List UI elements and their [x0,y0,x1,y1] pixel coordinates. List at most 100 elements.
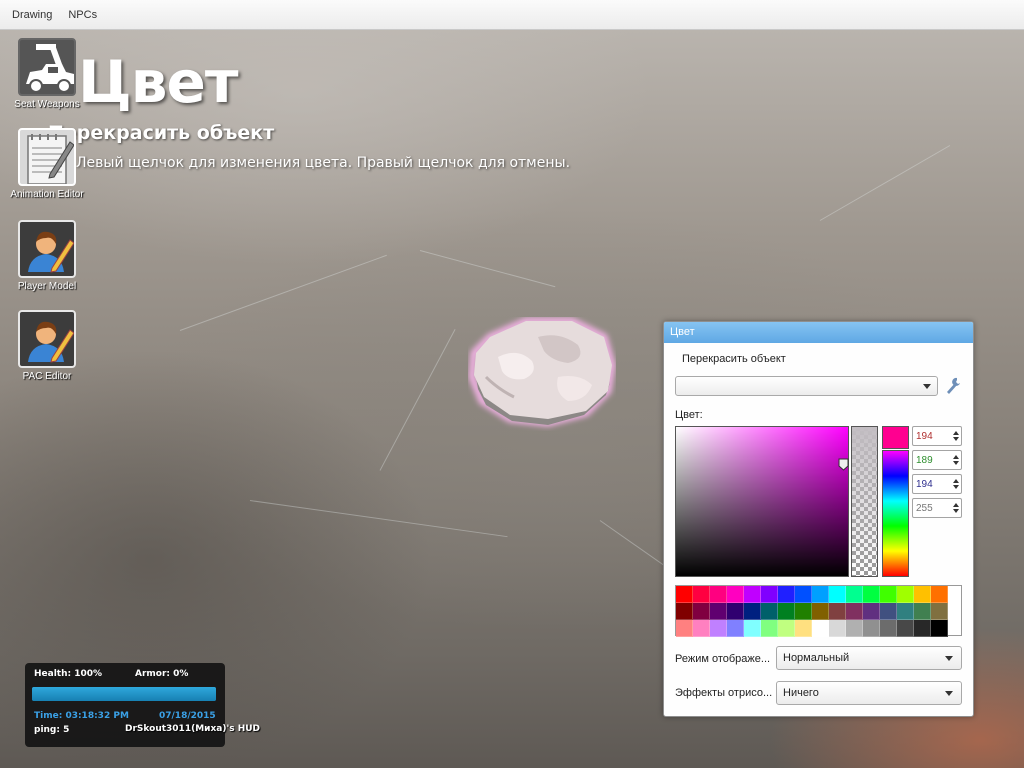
menu-npcs[interactable]: NPCs [60,9,105,21]
desktop-icon-animation-editor[interactable]: Animation Editor [0,128,94,200]
wrench-icon[interactable] [944,376,962,396]
desktop-icon-label: Seat Weapons [14,99,80,110]
palette-swatch[interactable] [897,603,914,620]
tool-hint: Левый щелчок для изменения цвета. Правый… [76,155,571,171]
palette-swatch[interactable] [795,586,812,603]
palette-swatch[interactable] [812,603,829,620]
palette-swatch[interactable] [795,603,812,620]
palette-swatch[interactable] [727,620,744,637]
palette-swatch[interactable] [778,586,795,603]
palette-swatch[interactable] [846,603,863,620]
spin-up-icon[interactable] [953,503,959,507]
palette-swatch[interactable] [914,586,931,603]
palette-swatch[interactable] [880,620,897,637]
window-title[interactable]: Цвет [664,322,973,343]
floor-scratch [419,250,556,288]
palette-swatch[interactable] [795,620,812,637]
palette-swatch[interactable] [693,586,710,603]
player-edit-icon [18,310,76,368]
selected-world-object[interactable] [468,317,616,431]
palette-swatch[interactable] [880,603,897,620]
palette-swatch[interactable] [812,586,829,603]
desktop-icon-label: Player Model [17,281,77,292]
floor-scratch [379,328,456,471]
green-field[interactable]: 189 [912,450,962,470]
blue-field[interactable]: 194 [912,474,962,494]
palette-swatch[interactable] [914,620,931,637]
desktop-icon-label: PAC Editor [22,371,72,382]
palette-swatch[interactable] [744,586,761,603]
jeep-gun-icon [18,38,76,96]
player-edit-icon [18,220,76,278]
palette-swatch[interactable] [863,586,880,603]
hud-owner-name: DrSkout3011(Миха)'s HUD [125,724,260,734]
palette-swatch[interactable] [727,603,744,620]
spin-up-icon[interactable] [953,455,959,459]
palette-swatch[interactable] [676,603,693,620]
palette-swatch[interactable] [812,620,829,637]
render-mode-label: Режим отображе... [675,653,771,665]
alpha-slider[interactable] [851,426,878,577]
green-value: 189 [916,455,933,466]
spin-up-icon[interactable] [953,479,959,483]
palette-swatch[interactable] [744,620,761,637]
palette-swatch[interactable] [710,586,727,603]
palette-swatch[interactable] [829,603,846,620]
palette-swatch[interactable] [863,620,880,637]
hud-ping: ping: 5 [34,725,70,735]
palette-swatch[interactable] [931,620,948,637]
desktop-icon-pac-editor[interactable]: PAC Editor [0,310,94,382]
spin-down-icon[interactable] [953,461,959,465]
blue-value: 194 [916,479,933,490]
palette-swatch[interactable] [897,620,914,637]
health-bar-fill [32,687,216,701]
spin-up-icon[interactable] [953,431,959,435]
desktop-icon-player-model[interactable]: Player Model [0,220,94,292]
palette-swatch[interactable] [931,586,948,603]
notepad-icon [18,128,76,186]
palette-swatch[interactable] [693,603,710,620]
tool-title: Цвет [78,48,238,116]
palette-swatch[interactable] [710,603,727,620]
palette-swatch[interactable] [778,603,795,620]
spin-down-icon[interactable] [953,437,959,441]
saturation-value-picker[interactable] [675,426,849,577]
palette-swatch[interactable] [710,620,727,637]
menu-drawing[interactable]: Drawing [4,9,60,21]
window-subtitle: Перекрасить объект [682,353,786,365]
palette-swatch[interactable] [897,586,914,603]
floor-scratch [819,145,951,221]
desktop-icon-seat-weapons[interactable]: Seat Weapons [0,38,94,110]
palette-swatch[interactable] [693,620,710,637]
palette-swatch[interactable] [761,586,778,603]
palette-swatch[interactable] [761,603,778,620]
palette-swatch[interactable] [761,620,778,637]
palette-swatch[interactable] [931,603,948,620]
alpha-field[interactable]: 255 [912,498,962,518]
palette-swatch[interactable] [846,620,863,637]
palette-swatch[interactable] [727,586,744,603]
palette-swatch[interactable] [778,620,795,637]
spin-down-icon[interactable] [953,509,959,513]
preset-value [676,377,937,383]
palette-swatch[interactable] [829,620,846,637]
render-fx-value: Ничего [783,687,819,699]
render-mode-select[interactable]: Нормальный [776,646,962,670]
picker-marker-icon[interactable] [838,456,849,471]
palette-swatch[interactable] [676,620,693,637]
palette-swatch[interactable] [676,586,693,603]
palette-swatch[interactable] [846,586,863,603]
hud-time: Time: 03:18:32 PM [34,711,129,721]
context-menubar: Drawing NPCs [0,0,1024,30]
color-tool-window: Цвет Перекрасить объект Цвет: 194 189 19… [663,321,974,717]
palette-swatch[interactable] [914,603,931,620]
red-field[interactable]: 194 [912,426,962,446]
render-fx-select[interactable]: Ничего [776,681,962,705]
palette-swatch[interactable] [829,586,846,603]
spin-down-icon[interactable] [953,485,959,489]
hue-slider[interactable] [882,450,909,577]
palette-swatch[interactable] [863,603,880,620]
preset-combobox[interactable] [675,376,938,396]
palette-swatch[interactable] [880,586,897,603]
palette-swatch[interactable] [744,603,761,620]
